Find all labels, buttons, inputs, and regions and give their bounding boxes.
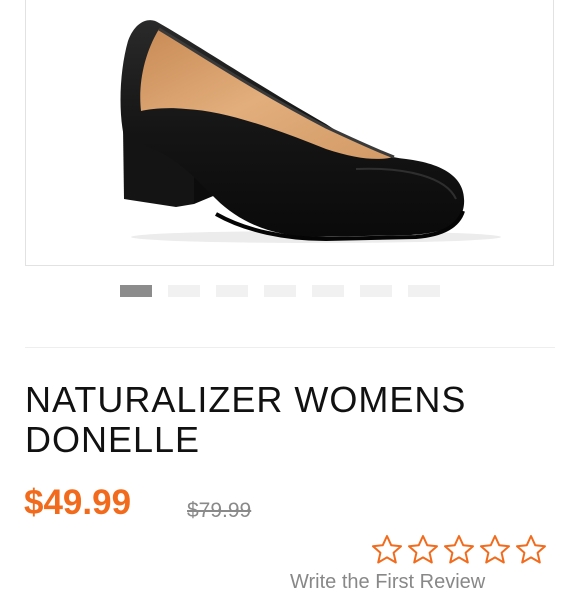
carousel-dot[interactable] xyxy=(264,285,296,297)
original-price: $79.99 xyxy=(187,499,252,522)
image-carousel-indicators xyxy=(120,285,440,297)
carousel-dot[interactable] xyxy=(120,285,152,297)
star-icon[interactable] xyxy=(406,533,440,567)
star-icon[interactable] xyxy=(514,533,548,567)
divider xyxy=(25,347,555,348)
carousel-dot[interactable] xyxy=(360,285,392,297)
carousel-dot[interactable] xyxy=(168,285,200,297)
carousel-dot[interactable] xyxy=(312,285,344,297)
product-image-shoe xyxy=(120,20,501,243)
star-icon[interactable] xyxy=(478,533,512,567)
carousel-dot[interactable] xyxy=(408,285,440,297)
review-link[interactable]: Write the First Review xyxy=(290,570,485,594)
product-image-frame[interactable] xyxy=(25,0,554,266)
carousel-dot[interactable] xyxy=(216,285,248,297)
star-icon[interactable] xyxy=(370,533,404,567)
sale-price: $49.99 xyxy=(24,483,132,522)
product-title: NATURALIZER WOMENS DONELLE xyxy=(25,379,467,460)
star-icon[interactable] xyxy=(442,533,476,567)
rating-stars[interactable] xyxy=(370,533,548,567)
